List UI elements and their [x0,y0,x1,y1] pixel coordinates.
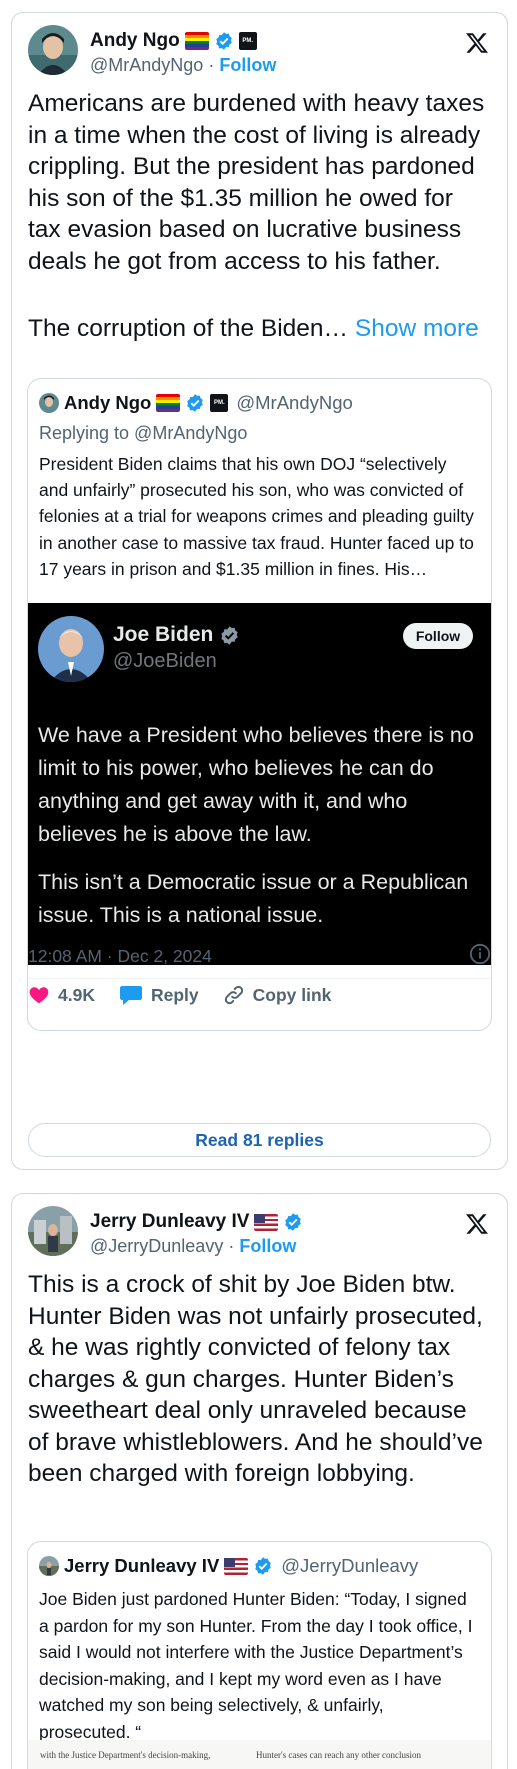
tweet-card-andy-ngo: Andy Ngo PM. @MrAndyNgo · Follow America… [11,12,508,1170]
follow-link[interactable]: Follow [219,55,276,75]
media-follow-button: Follow [403,623,473,649]
verified-badge-icon [215,32,232,50]
x-logo-icon[interactable] [465,1212,489,1236]
tweet-text: Americans are burdened with heavy taxes … [28,88,491,277]
tweet-text: This is a crock of shit by Joe Biden btw… [28,1269,491,1490]
media-author-name-row: Joe Biden [113,623,240,647]
quoted-tweet-header: Jerry Dunleavy IV @JerryDunleavy [39,1555,418,1577]
quoted-media-image[interactable]: Joe Biden @JoeBiden Follow We have a Pre… [28,603,491,965]
author-name-row: Jerry Dunleavy IV [90,1211,303,1233]
rainbow-flag-icon [156,394,181,412]
tweet-body-continued: The corruption of the Biden… [28,315,355,342]
copy-link-label: Copy link [252,984,332,1005]
separator: · [228,1236,235,1256]
show-more-link[interactable]: Show more [355,315,479,342]
media-author-handle: @JoeBiden [113,650,217,672]
tweet-card-jerry-dunleavy: Jerry Dunleavy IV @JerryDunleavy · Follo… [11,1193,508,1769]
follow-link[interactable]: Follow [239,1236,296,1256]
copy-link-button[interactable]: Copy link [223,984,332,1006]
action-bar: 4.9K Reply Copy link [28,981,491,1009]
author-handle[interactable]: @JerryDunleavy [90,1236,223,1256]
reply-label: Reply [150,984,199,1005]
like-button[interactable]: 4.9K [28,984,95,1006]
like-count: 4.9K [58,984,95,1005]
media-text-2: This isn’t a Democratic issue or a Repub… [38,870,469,927]
reply-button[interactable]: Reply [119,984,199,1006]
author-handle-row: @MrAndyNgo · Follow [90,55,276,76]
tweet-timestamp[interactable]: 12:08 AM · Dec 2, 2024 [28,946,212,967]
quoted-tweet-text: President Biden claims that his own DOJ … [39,454,474,579]
affiliate-badge-icon: PM. [238,32,257,50]
media-author-name: Joe Biden [113,623,214,646]
joe-biden-avatar [38,616,104,682]
avatar[interactable] [28,25,78,75]
quoted-author-handle: @JerryDunleavy [281,1555,419,1576]
us-flag-icon [254,1213,279,1231]
author-handle[interactable]: @MrAndyNgo [90,55,203,75]
info-icon[interactable] [469,943,491,965]
author-handle-row: @JerryDunleavy · Follow [90,1236,296,1257]
quoted-author-name: Andy Ngo [64,392,152,413]
quoted-tweet-text: Joe Biden just pardoned Hunter Biden: “T… [39,1589,473,1742]
author-name[interactable]: Jerry Dunleavy IV [90,1211,249,1233]
tweet-body: This is a crock of shit by Joe Biden btw… [28,1271,483,1487]
tweet-text-2: The corruption of the Biden… Show more [28,313,491,345]
quoted-tweet[interactable]: Jerry Dunleavy IV @JerryDunleavy Joe Bid… [27,1541,492,1769]
tweet-header: Jerry Dunleavy IV @JerryDunleavy · Follo… [28,1206,491,1258]
affiliate-badge-icon: PM. [210,394,229,412]
quoted-tweet[interactable]: Andy Ngo PM. @MrAndyNgo Replying to @MrA… [27,378,492,1031]
media-text-1: We have a President who believes there i… [38,723,474,846]
tweet-body: Americans are burdened with heavy taxes … [28,90,485,275]
quoted-avatar [39,393,59,413]
tweet-header: Andy Ngo PM. @MrAndyNgo · Follow [28,25,491,77]
quoted-author-name: Jerry Dunleavy IV [64,1555,220,1576]
rainbow-flag-icon [184,32,209,50]
document-snippet-left: with the Justice Department's decision-m… [40,1750,211,1760]
quoted-tweet-header: Andy Ngo PM. @MrAndyNgo [39,392,353,414]
author-name-row: Andy Ngo PM. [90,30,257,52]
verified-badge-icon [221,625,238,645]
verified-badge-icon [187,394,204,412]
avatar[interactable] [28,1206,78,1256]
verified-badge-icon [285,1213,302,1231]
quoted-author-handle: @MrAndyNgo [236,392,353,413]
read-replies-button[interactable]: Read 81 replies [28,1123,491,1157]
divider [28,978,491,979]
verified-badge-icon [255,1557,272,1575]
replying-to: Replying to @MrAndyNgo [39,423,248,443]
us-flag-icon [224,1557,249,1575]
reply-bubble-icon [119,986,142,1005]
link-icon [224,985,243,1005]
author-name[interactable]: Andy Ngo [90,30,180,52]
quoted-avatar [39,1556,59,1576]
document-snippet-right: Hunter's cases can reach any other concl… [256,1750,422,1760]
x-logo-icon[interactable] [465,31,489,55]
quoted-document-image[interactable]: with the Justice Department's decision-m… [28,1740,491,1769]
separator: · [208,55,215,75]
heart-icon [29,987,49,1004]
